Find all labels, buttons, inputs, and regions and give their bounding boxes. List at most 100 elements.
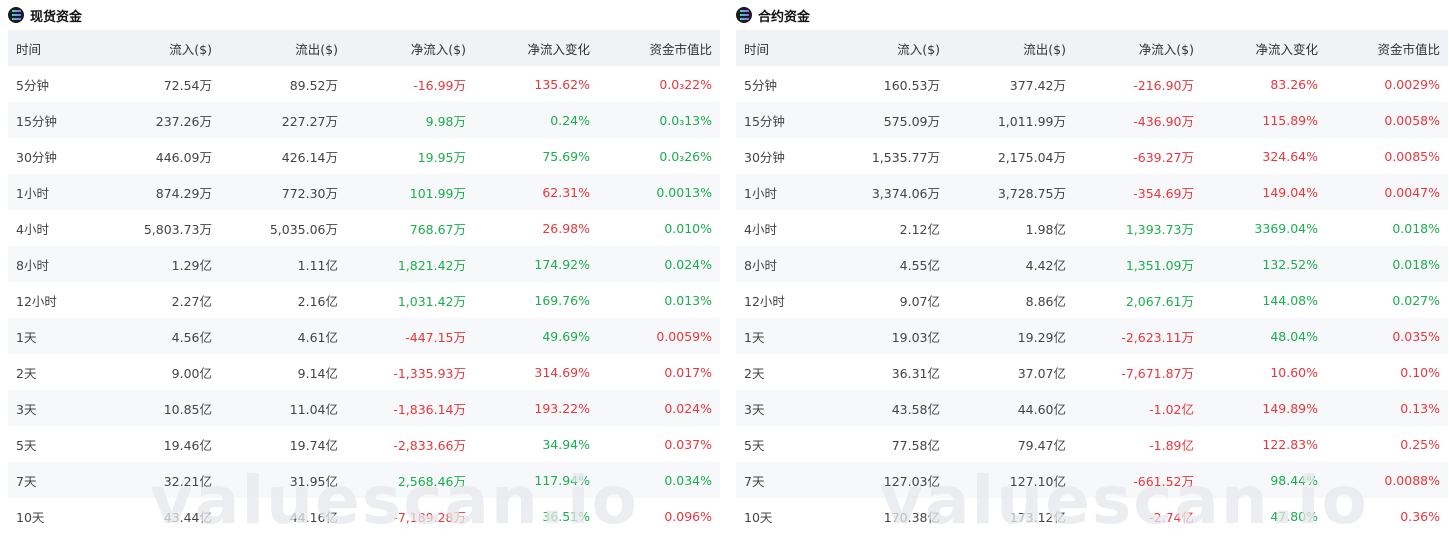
cell-cap-ratio: 0.0029%: [1384, 76, 1440, 92]
table-header-row: 时间 流入($) 流出($) 净流入($) 净流入变化 资金市值比: [8, 30, 720, 66]
table-row[interactable]: 1小时 3,374.06万 3,728.75万 -354.69万 149.04% 0.00…: [736, 174, 1448, 210]
cell-net-change: 34.94%: [542, 436, 590, 452]
table-row[interactable]: 1天 4.56亿 4.61亿 -447.15万 49.69% 0.0059%: [8, 318, 720, 354]
table-row[interactable]: 3天 10.85亿 11.04亿 -1,836.14万 193.22% 0.024%: [8, 390, 720, 426]
cell-outflow: 44.60亿: [1017, 401, 1066, 417]
cell-cap-ratio: 0.018%: [1392, 256, 1440, 272]
table-row[interactable]: 10天 170.38亿 173.12亿 -2.74亿 47.80% 0.36%: [736, 498, 1448, 534]
table-row[interactable]: 15分钟 575.09万 1,011.99万 -436.90万 115.89% 0.005…: [736, 102, 1448, 138]
cell-inflow: 5,803.73万: [143, 221, 212, 237]
cell-cap-ratio: 0.0₃26%: [659, 148, 712, 164]
cell-net-change: 169.76%: [534, 292, 590, 308]
header-net-change[interactable]: 净流入变化: [1202, 30, 1326, 66]
cell-outflow: 31.95亿: [289, 473, 338, 489]
cell-net-change: 48.04%: [1270, 328, 1318, 344]
table-row[interactable]: 7天 32.21亿 31.95亿 2,568.46万 117.94% 0.034%: [8, 462, 720, 498]
cell-time: 30分钟: [744, 149, 785, 165]
table-row[interactable]: 5分钟 160.53万 377.42万 -216.90万 83.26% 0.0029%: [736, 66, 1448, 102]
table-row[interactable]: 10天 43.44亿 44.16亿 -7,189.28万 36.51% 0.096%: [8, 498, 720, 534]
futures-funds-table: 时间 流入($) 流出($) 净流入($) 净流入变化 资金市值比 5分钟 160…: [736, 30, 1448, 534]
cell-inflow: 9.00亿: [171, 365, 212, 381]
spot-funds-panel: 现货资金 时间 流入($) 流出($) 净流入($) 净流入变化 资金市值比 5…: [8, 0, 720, 534]
table-row[interactable]: 1小时 874.29万 772.30万 101.99万 62.31% 0.0013%: [8, 174, 720, 210]
table-row[interactable]: 5天 19.46亿 19.74亿 -2,833.66万 34.94% 0.037%: [8, 426, 720, 462]
cell-net-change: 0.24%: [550, 112, 590, 128]
cell-cap-ratio: 0.027%: [1392, 292, 1440, 308]
table-row[interactable]: 7天 127.03亿 127.10亿 -661.52万 98.44% 0.0088%: [736, 462, 1448, 498]
cell-outflow: 5,035.06万: [269, 221, 338, 237]
cell-outflow: 9.14亿: [297, 365, 338, 381]
cell-net-change: 75.69%: [542, 148, 590, 164]
cell-outflow: 11.04亿: [289, 401, 338, 417]
cell-inflow: 1.29亿: [171, 257, 212, 273]
cell-time: 15分钟: [16, 113, 57, 129]
header-outflow[interactable]: 流出($): [948, 30, 1074, 66]
table-row[interactable]: 8小时 4.55亿 4.42亿 1,351.09万 132.52% 0.018%: [736, 246, 1448, 282]
cell-net-change: 83.26%: [1270, 76, 1318, 92]
cell-net-inflow: -1,836.14万: [393, 401, 466, 417]
cell-outflow: 3,728.75万: [997, 185, 1066, 201]
header-time[interactable]: 时间: [8, 30, 120, 66]
cell-inflow: 19.46亿: [163, 437, 212, 453]
cell-net-inflow: 1,821.42万: [397, 257, 466, 273]
table-row[interactable]: 30分钟 1,535.77万 2,175.04万 -639.27万 324.64% 0.0…: [736, 138, 1448, 174]
cell-cap-ratio: 0.037%: [664, 436, 712, 452]
table-row[interactable]: 30分钟 446.09万 426.14万 19.95万 75.69% 0.0₃26%: [8, 138, 720, 174]
cell-inflow: 36.31亿: [891, 365, 940, 381]
futures-rows: 5分钟 160.53万 377.42万 -216.90万 83.26% 0.0029% 15…: [736, 66, 1448, 534]
table-row[interactable]: 2天 36.31亿 37.07亿 -7,671.87万 10.60% 0.10%: [736, 354, 1448, 390]
cell-net-change: 149.04%: [1262, 184, 1318, 200]
cell-net-change: 26.98%: [542, 220, 590, 236]
cell-cap-ratio: 0.013%: [664, 292, 712, 308]
cell-outflow: 772.30万: [281, 185, 338, 201]
cell-cap-ratio: 0.024%: [664, 256, 712, 272]
header-net-change[interactable]: 净流入变化: [474, 30, 598, 66]
header-net-inflow[interactable]: 净流入($): [346, 30, 474, 66]
table-row[interactable]: 15分钟 237.26万 227.27万 9.98万 0.24% 0.0₃13%: [8, 102, 720, 138]
cell-inflow: 237.26万: [155, 113, 212, 129]
table-row[interactable]: 8小时 1.29亿 1.11亿 1,821.42万 174.92% 0.024%: [8, 246, 720, 282]
cell-cap-ratio: 0.0013%: [656, 184, 712, 200]
cell-net-inflow: 1,031.42万: [397, 293, 466, 309]
header-outflow[interactable]: 流出($): [220, 30, 346, 66]
cell-inflow: 4.56亿: [171, 329, 212, 345]
cell-inflow: 4.55亿: [899, 257, 940, 273]
cell-time: 2天: [744, 365, 765, 381]
table-row[interactable]: 12小时 2.27亿 2.16亿 1,031.42万 169.76% 0.013%: [8, 282, 720, 318]
cell-net-inflow: 9.98万: [425, 113, 466, 129]
cell-inflow: 170.38亿: [883, 509, 940, 525]
cell-net-inflow: -639.27万: [1133, 149, 1194, 165]
table-row[interactable]: 3天 43.58亿 44.60亿 -1.02亿 149.89% 0.13%: [736, 390, 1448, 426]
header-cap-ratio[interactable]: 资金市值比: [598, 30, 720, 66]
header-inflow[interactable]: 流入($): [120, 30, 220, 66]
cell-net-inflow: -7,671.87万: [1121, 365, 1194, 381]
table-row[interactable]: 5天 77.58亿 79.47亿 -1.89亿 122.83% 0.25%: [736, 426, 1448, 462]
spot-funds-title: 现货资金: [8, 0, 720, 30]
cell-cap-ratio: 0.010%: [664, 220, 712, 236]
cell-inflow: 3,374.06万: [871, 185, 940, 201]
table-row[interactable]: 2天 9.00亿 9.14亿 -1,335.93万 314.69% 0.017%: [8, 354, 720, 390]
cell-cap-ratio: 0.017%: [664, 364, 712, 380]
cell-net-change: 132.52%: [1262, 256, 1318, 272]
table-row[interactable]: 5分钟 72.54万 89.52万 -16.99万 135.62% 0.0₃22%: [8, 66, 720, 102]
table-row[interactable]: 12小时 9.07亿 8.86亿 2,067.61万 144.08% 0.027%: [736, 282, 1448, 318]
cell-net-inflow: -1,335.93万: [393, 365, 466, 381]
cell-inflow: 19.03亿: [891, 329, 940, 345]
header-inflow[interactable]: 流入($): [848, 30, 948, 66]
cell-net-inflow: -1.89亿: [1149, 437, 1194, 453]
header-net-inflow[interactable]: 净流入($): [1074, 30, 1202, 66]
table-row[interactable]: 4小时 2.12亿 1.98亿 1,393.73万 3369.04% 0.018%: [736, 210, 1448, 246]
table-row[interactable]: 1天 19.03亿 19.29亿 -2,623.11万 48.04% 0.035%: [736, 318, 1448, 354]
header-time[interactable]: 时间: [736, 30, 848, 66]
cell-net-inflow: 19.95万: [417, 149, 466, 165]
cell-time: 5天: [16, 437, 37, 453]
cell-cap-ratio: 0.36%: [1400, 508, 1440, 524]
header-cap-ratio[interactable]: 资金市值比: [1326, 30, 1448, 66]
cell-net-inflow: -2.74亿: [1149, 509, 1194, 525]
cell-net-inflow: 768.67万: [409, 221, 466, 237]
cell-net-inflow: -447.15万: [405, 329, 466, 345]
cell-cap-ratio: 0.10%: [1400, 364, 1440, 380]
cell-cap-ratio: 0.024%: [664, 400, 712, 416]
table-row[interactable]: 4小时 5,803.73万 5,035.06万 768.67万 26.98% 0.010%: [8, 210, 720, 246]
cell-time: 1小时: [16, 185, 49, 201]
